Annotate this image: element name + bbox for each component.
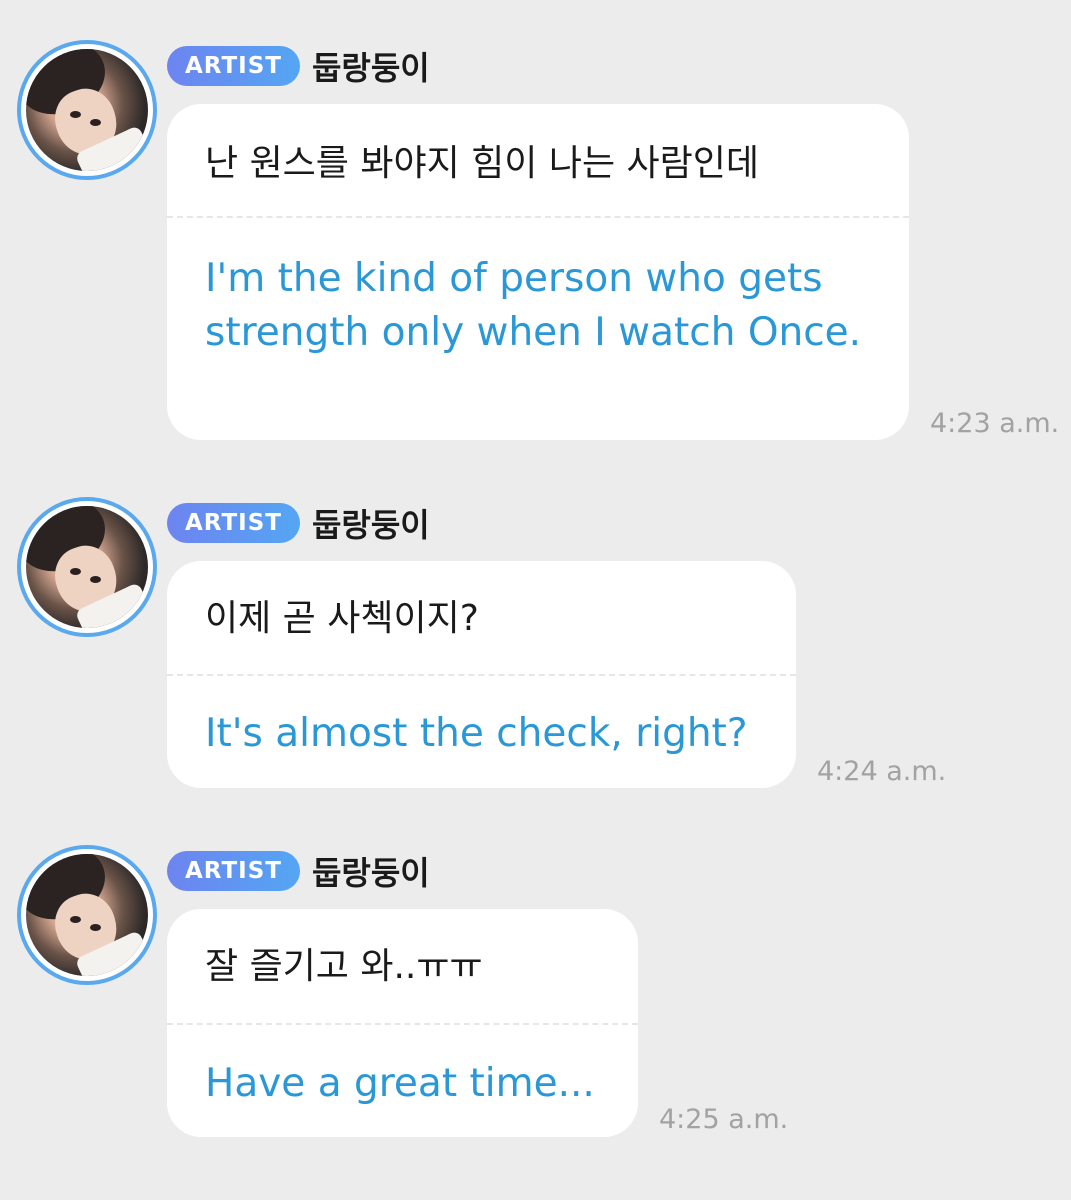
artist-badge: ARTIST [167, 851, 300, 891]
avatar-photo [26, 49, 148, 171]
sender-name[interactable]: 둡랑둥이 [312, 43, 430, 89]
message-bubble[interactable]: 이제 곧 사첵이지? It's almost the check, right? [167, 561, 796, 788]
sender-name[interactable]: 둡랑둥이 [312, 848, 430, 894]
original-text: 난 원스를 봐야지 힘이 나는 사람인데 [205, 143, 760, 184]
artist-badge: ARTIST [167, 46, 300, 86]
artist-avatar[interactable] [17, 40, 157, 180]
translated-text: It's almost the check, right? [205, 711, 748, 756]
artist-avatar[interactable] [17, 497, 157, 637]
chat-list: ARTIST 둡랑둥이 난 원스를 봐야지 힘이 나는 사람인데 I'm the… [0, 0, 1071, 1200]
artist-avatar[interactable] [17, 845, 157, 985]
message-bubble[interactable]: 난 원스를 봐야지 힘이 나는 사람인데 I'm the kind of per… [167, 104, 909, 440]
message-bubble[interactable]: 잘 즐기고 와..ㅠㅠ Have a great time... [167, 909, 638, 1137]
translation-divider [167, 674, 796, 676]
translation-divider [167, 1023, 638, 1025]
translation-divider [167, 216, 909, 218]
message-timestamp: 4:25 a.m. [659, 1104, 789, 1135]
message-header: ARTIST 둡랑둥이 [167, 850, 430, 892]
sender-name[interactable]: 둡랑둥이 [312, 500, 430, 546]
message-header: ARTIST 둡랑둥이 [167, 45, 430, 87]
original-text: 이제 곧 사첵이지? [205, 598, 479, 639]
translated-text: Have a great time... [205, 1061, 595, 1106]
original-text: 잘 즐기고 와..ㅠㅠ [205, 946, 483, 987]
message-timestamp: 4:24 a.m. [817, 756, 947, 787]
artist-badge: ARTIST [167, 503, 300, 543]
avatar-photo [26, 506, 148, 628]
avatar-photo [26, 854, 148, 976]
translated-text: I'm the kind of person who gets strength… [205, 256, 862, 355]
message-header: ARTIST 둡랑둥이 [167, 502, 430, 544]
message-timestamp: 4:23 a.m. [930, 408, 1060, 439]
